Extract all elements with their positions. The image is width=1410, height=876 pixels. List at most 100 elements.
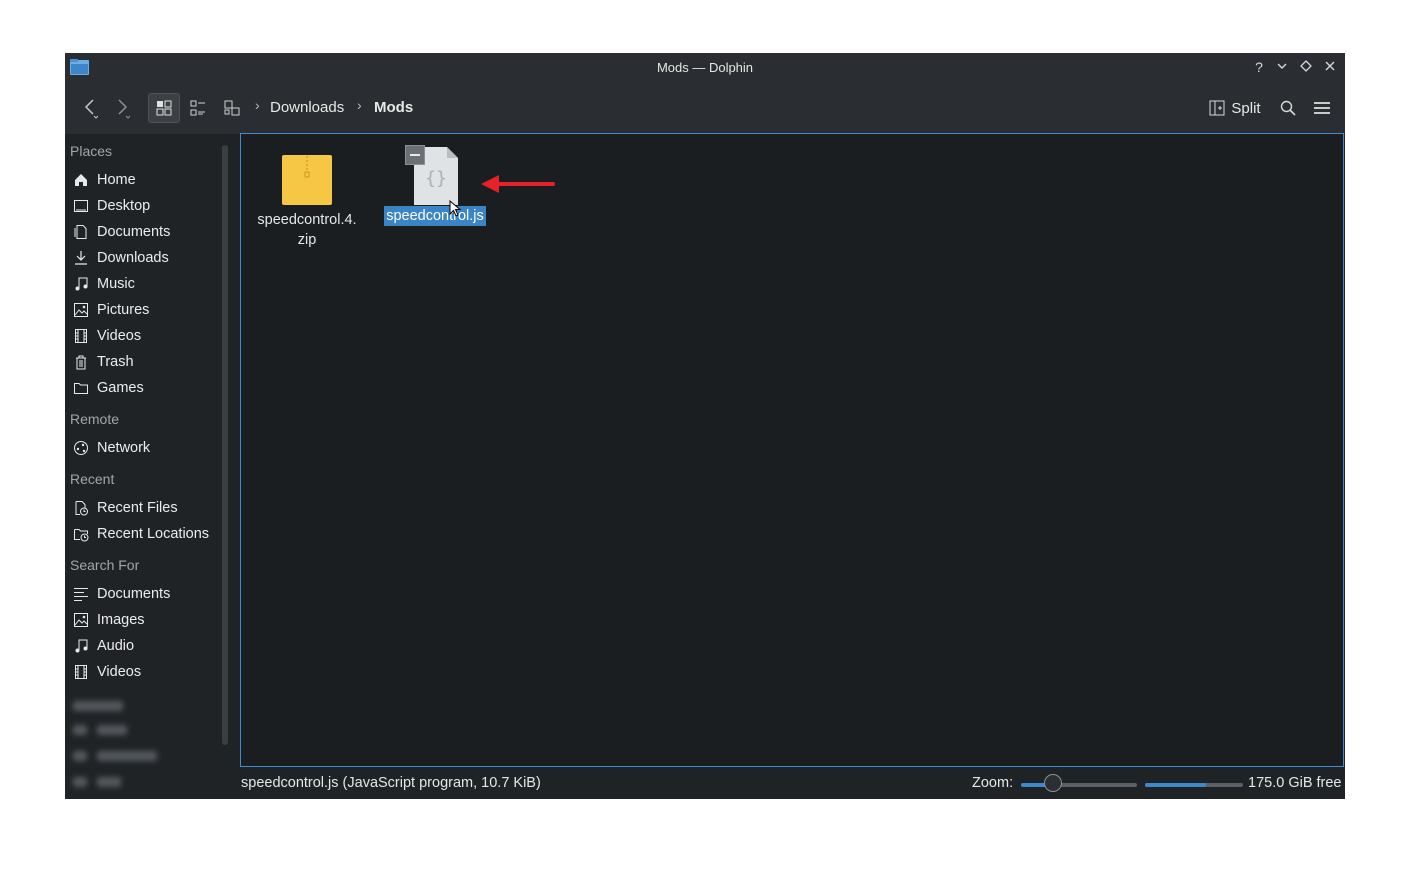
sidebar-item-label: Recent Locations <box>97 526 210 542</box>
search-icon <box>1280 100 1296 116</box>
minimize-icon[interactable] <box>1272 57 1292 77</box>
breadcrumb-separator-icon: › <box>255 97 260 113</box>
search-button[interactable] <box>1275 93 1301 123</box>
downloads-icon <box>75 251 87 265</box>
text-doc-icon <box>74 588 88 601</box>
recent-locations-icon <box>74 529 89 542</box>
forward-button[interactable] <box>109 93 135 123</box>
sidebar-item-pictures[interactable]: Pictures <box>73 299 149 321</box>
network-icon <box>74 441 88 455</box>
sidebar-item-label: Videos <box>97 664 142 680</box>
status-bar: speedcontrol.js (JavaScript program, 10.… <box>65 767 1345 799</box>
sidebar-item-label: Documents <box>97 586 171 602</box>
sidebar-item-network[interactable]: Network <box>73 437 150 459</box>
recent-files-icon <box>75 501 88 516</box>
details-view-button[interactable] <box>216 93 248 123</box>
folder-icon <box>74 383 88 394</box>
window-title: Mods — Dolphin <box>656 60 754 75</box>
file-view[interactable]: speedcontrol.4. zip {} speedcontrol.js <box>240 133 1344 767</box>
compact-view-button[interactable] <box>182 93 214 123</box>
mouse-cursor-icon <box>449 200 462 217</box>
zoom-label: Zoom: <box>972 775 1014 791</box>
disk-space-bar <box>1145 783 1243 787</box>
documents-icon <box>74 225 87 239</box>
sidebar-item-label: Desktop <box>97 198 151 214</box>
file-name-line1: speedcontrol.4. <box>257 212 357 228</box>
breadcrumb-separator-icon: › <box>357 97 362 113</box>
file-name: speedcontrol.js <box>384 206 486 226</box>
sidebar-item-label: Games <box>97 380 144 396</box>
icons-view-button[interactable] <box>148 93 180 123</box>
file-item-js[interactable]: {} speedcontrol.js <box>379 145 491 226</box>
pictures-icon <box>74 303 88 317</box>
section-recent: Recent <box>70 471 115 487</box>
sidebar-item-search-videos[interactable]: Videos <box>73 661 141 683</box>
sidebar-item-home[interactable]: Home <box>73 169 136 191</box>
sidebar-item-music[interactable]: Music <box>73 273 135 295</box>
sidebar-item-search-images[interactable]: Images <box>73 609 145 631</box>
sidebar-item-search-documents[interactable]: Documents <box>73 583 170 605</box>
sidebar-item-recent-locations[interactable]: Recent Locations <box>73 523 209 545</box>
sidebar-item-desktop[interactable]: Desktop <box>73 195 150 217</box>
file-item-zip[interactable]: speedcontrol.4. zip <box>251 154 363 250</box>
maximize-icon[interactable] <box>1296 57 1316 77</box>
sidebar-item-label: Pictures <box>97 302 150 318</box>
blurred-device-item[interactable] <box>73 719 213 741</box>
compact-view-icon <box>190 100 205 116</box>
help-icon[interactable]: ? <box>1249 57 1269 77</box>
section-remote: Remote <box>70 411 120 427</box>
videos-icon <box>75 329 87 343</box>
sidebar-item-downloads[interactable]: Downloads <box>73 247 169 269</box>
details-view-icon <box>224 100 240 116</box>
dolphin-window: Mods — Dolphin ? › Downloads › Mods Spli… <box>65 53 1345 799</box>
sidebar-item-label: Music <box>97 276 135 292</box>
breadcrumb-downloads[interactable]: Downloads <box>270 99 344 116</box>
sidebar-item-label: Audio <box>97 638 135 654</box>
deselect-toggle-icon[interactable] <box>405 145 425 165</box>
split-label: Split <box>1231 99 1261 117</box>
split-button[interactable]: Split <box>1205 93 1265 123</box>
places-panel: Places Home Desktop Documents Downloads … <box>65 135 215 799</box>
hamburger-menu-icon <box>1314 102 1330 114</box>
annotation-arrow-icon <box>481 175 555 193</box>
close-icon[interactable] <box>1320 57 1340 77</box>
forward-arrow-icon <box>118 99 130 119</box>
toolbar: › Downloads › Mods Split <box>65 82 1345 134</box>
disk-space-fill <box>1145 783 1206 787</box>
image-icon <box>74 613 88 627</box>
back-button[interactable] <box>77 93 103 123</box>
music-icon <box>75 277 88 291</box>
home-icon <box>75 174 87 186</box>
back-arrow-icon <box>84 99 98 119</box>
hamburger-menu-button[interactable] <box>1309 93 1335 123</box>
sidebar-item-videos[interactable]: Videos <box>73 325 141 347</box>
desktop-icon <box>74 200 88 212</box>
sidebar-item-label: Recent Files <box>97 500 178 516</box>
sidebar-scrollbar[interactable] <box>222 145 228 745</box>
blurred-device-item[interactable] <box>73 745 213 767</box>
sidebar-item-trash[interactable]: Trash <box>73 351 134 373</box>
free-space-text: 175.0 GiB free <box>1248 775 1342 791</box>
sidebar-item-label: Images <box>97 612 145 628</box>
zoom-slider[interactable] <box>1021 783 1137 787</box>
sidebar-item-search-audio[interactable]: Audio <box>73 635 134 657</box>
sidebar-item-label: Home <box>97 172 136 188</box>
video-icon <box>75 665 87 679</box>
section-places: Places <box>70 143 113 159</box>
sidebar-item-recent-files[interactable]: Recent Files <box>73 497 178 519</box>
status-text: speedcontrol.js (JavaScript program, 10.… <box>241 775 541 791</box>
trash-icon <box>76 355 86 370</box>
breadcrumb-mods[interactable]: Mods <box>374 99 413 116</box>
icons-view-icon <box>156 100 172 116</box>
sidebar-item-label: Documents <box>97 224 171 240</box>
section-search-for: Search For <box>70 557 140 573</box>
sidebar-item-label: Trash <box>97 354 134 370</box>
split-view-icon <box>1209 100 1225 116</box>
sidebar-item-documents[interactable]: Documents <box>73 221 170 243</box>
svg-text:{}: {} <box>425 168 447 189</box>
title-bar: Mods — Dolphin ? <box>65 53 1345 82</box>
file-name-line2: zip <box>297 232 317 248</box>
sidebar-item-games[interactable]: Games <box>73 377 144 399</box>
sidebar-item-label: Downloads <box>97 250 169 266</box>
zoom-slider-handle[interactable] <box>1044 774 1063 792</box>
